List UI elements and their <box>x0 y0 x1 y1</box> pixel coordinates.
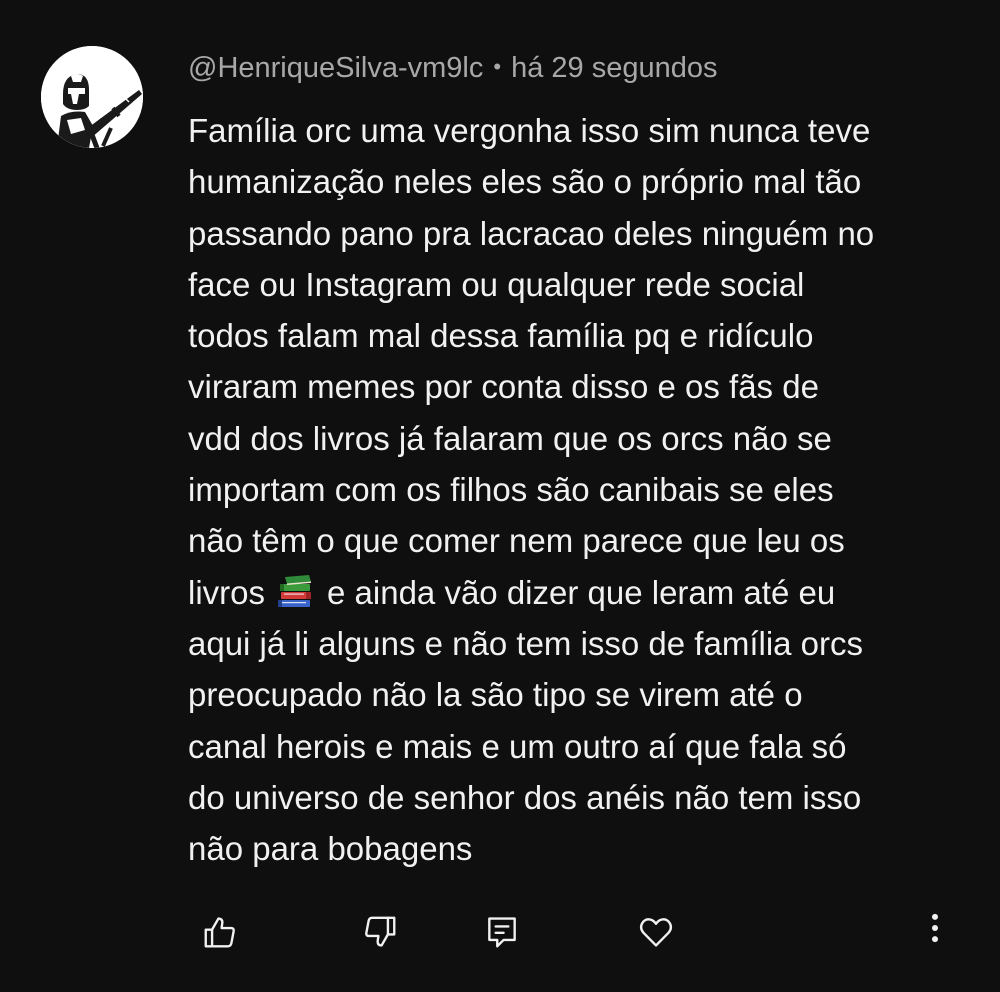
clone-trooper-avatar-icon <box>41 46 143 148</box>
author-handle[interactable]: @HenriqueSilva-vm9lc <box>188 52 483 84</box>
comment-line: aqui já li alguns e não tem isso de famí… <box>188 624 864 662</box>
reply-button[interactable] <box>478 908 526 956</box>
comment-line: não para bobagens <box>188 830 473 868</box>
more-options-button[interactable] <box>911 904 959 952</box>
books-emoji-icon <box>278 574 312 607</box>
thumbs-down-icon <box>365 916 396 947</box>
like-button[interactable] <box>196 908 244 956</box>
comment-line: não têm o que comer nem parece que leu o… <box>188 522 845 560</box>
reply-comment-icon <box>488 917 516 948</box>
comment-line: preocupado não la são tipo se virem até … <box>188 676 803 714</box>
comment-line: viraram memes por conta disso e os fãs d… <box>188 368 819 406</box>
comment-line: vdd dos livros já falaram que os orcs nã… <box>188 419 832 457</box>
comment-line: passando pano pra lacracao deles ninguém… <box>188 214 875 252</box>
comment-line: humanização neles eles são o próprio mal… <box>188 163 862 201</box>
heart-icon <box>639 918 673 947</box>
comment-line: todos falam mal dessa família pq e ridíc… <box>188 317 814 355</box>
comment-meta: @HenriqueSilva-vm9lc • há 29 segundos <box>188 48 717 87</box>
meta-separator: • <box>493 54 502 79</box>
comment-line: do universo de senhor dos anéis não tem … <box>188 778 862 816</box>
heart-button[interactable] <box>632 908 680 956</box>
comment-line-part: livros <box>188 573 266 611</box>
comment-line: Família orc uma vergonha isso sim nunca … <box>188 112 871 149</box>
thumbs-up-icon <box>204 917 235 948</box>
more-vertical-icon <box>931 913 939 943</box>
comment-line: canal herois e mais e um outro aí que fa… <box>188 727 847 765</box>
comment-container: @HenriqueSilva-vm9lc • há 29 segundos Famí… <box>0 0 1000 992</box>
avatar[interactable] <box>41 46 143 148</box>
comment-text: Família orc uma vergonha isso sim nunca … <box>188 105 978 874</box>
comment-actions <box>0 900 1000 970</box>
comment-line: importam com os filhos são canibais se e… <box>188 471 834 509</box>
comment-line: face ou Instagram ou qualquer rede socia… <box>188 265 805 303</box>
comment-timestamp: há 29 segundos <box>511 52 718 84</box>
comment-line-with-emoji: livros e ainda vão dizer que leram até e… <box>188 567 978 618</box>
comment-line-part: e ainda vão dizer que leram até eu <box>327 573 836 611</box>
dislike-button[interactable] <box>356 908 404 956</box>
